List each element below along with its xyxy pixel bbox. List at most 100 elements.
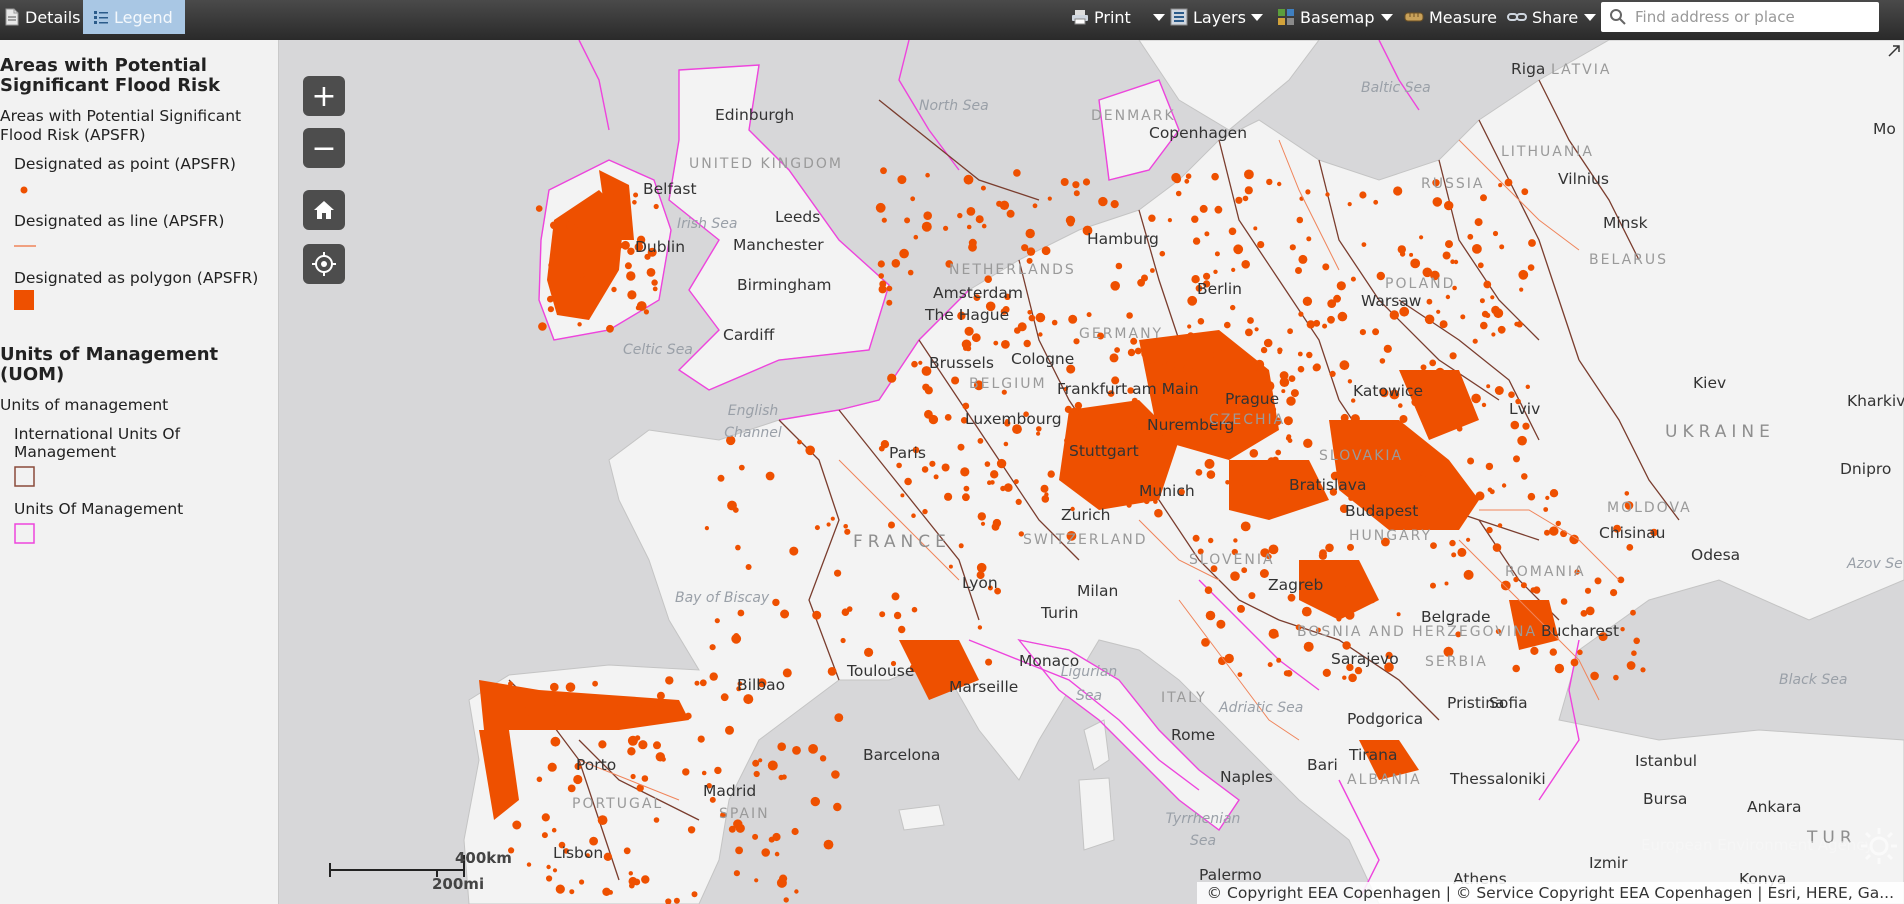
measure-button[interactable]: Measure bbox=[1404, 0, 1497, 34]
apsfr-point bbox=[1420, 364, 1427, 371]
apsfr-point bbox=[1217, 350, 1224, 356]
apsfr-point bbox=[1267, 662, 1273, 668]
locate-button[interactable] bbox=[303, 244, 345, 284]
apsfr-point bbox=[603, 203, 608, 208]
apsfr-point bbox=[1450, 259, 1455, 264]
apsfr-point bbox=[701, 770, 707, 776]
land-mallorca bbox=[898, 804, 945, 831]
map-label-country: MOLDOVA bbox=[1607, 500, 1692, 516]
apsfr-point bbox=[691, 891, 698, 898]
apsfr-point bbox=[1322, 668, 1331, 678]
map-label-city: Naples bbox=[1220, 768, 1273, 786]
tab-legend[interactable]: Legend bbox=[83, 0, 185, 34]
apsfr-point bbox=[1237, 672, 1243, 677]
map-canvas[interactable] bbox=[279, 40, 1904, 904]
apsfr-point bbox=[1359, 329, 1366, 336]
map-label-city: Kiev bbox=[1693, 374, 1727, 392]
apsfr-point bbox=[977, 438, 984, 444]
map-label-sea: Tyrrhenian Sea bbox=[1165, 811, 1241, 849]
apsfr-point bbox=[508, 681, 513, 687]
apsfr-point bbox=[875, 202, 886, 213]
apsfr-point bbox=[1379, 358, 1386, 364]
map-label-country: GERMANY bbox=[1079, 326, 1164, 342]
apsfr-point bbox=[1336, 281, 1346, 291]
chevron-down-icon bbox=[1584, 13, 1597, 21]
apsfr-point bbox=[964, 326, 974, 336]
expand-icon[interactable] bbox=[1887, 44, 1901, 58]
map-label-sea: Black Sea bbox=[1779, 672, 1848, 688]
apsfr-point bbox=[1191, 215, 1199, 223]
map-label-city: Izmir bbox=[1589, 854, 1628, 872]
apsfr-point bbox=[1436, 507, 1445, 517]
apsfr-point bbox=[1021, 244, 1029, 252]
print-button[interactable]: Print bbox=[1071, 0, 1165, 34]
apsfr-point bbox=[1518, 269, 1529, 280]
map-label-city: Bucharest bbox=[1541, 622, 1620, 640]
apsfr-point bbox=[1205, 610, 1216, 621]
basemap-button[interactable]: Basemap bbox=[1277, 0, 1393, 34]
apsfr-point bbox=[1298, 311, 1304, 317]
zoom-in-button[interactable]: + bbox=[303, 76, 345, 116]
apsfr-point bbox=[1389, 310, 1400, 320]
apsfr-point bbox=[1153, 469, 1162, 478]
apsfr-point bbox=[1472, 338, 1478, 344]
share-button[interactable]: Share bbox=[1507, 0, 1597, 34]
chevron-down-icon bbox=[1380, 13, 1393, 21]
map-label-sea: English Channel bbox=[724, 403, 782, 441]
map-label-country: SPAIN bbox=[719, 806, 770, 822]
apsfr-point bbox=[1047, 196, 1052, 201]
apsfr-point bbox=[550, 682, 559, 692]
apsfr-point bbox=[1477, 262, 1484, 269]
map-label-city: Zurich bbox=[1061, 506, 1111, 524]
search-box bbox=[1601, 2, 1879, 32]
apsfr-point bbox=[1325, 543, 1334, 553]
apsfr-point bbox=[1213, 269, 1218, 274]
apsfr-point bbox=[1497, 325, 1506, 334]
apsfr-point bbox=[888, 521, 895, 529]
apsfr-point bbox=[1350, 276, 1356, 282]
apsfr-point bbox=[551, 700, 557, 706]
apsfr-point bbox=[1435, 367, 1445, 378]
apsfr-point bbox=[1640, 667, 1646, 673]
apsfr-point bbox=[975, 215, 984, 224]
apsfr-point bbox=[758, 758, 763, 763]
apsfr-point bbox=[783, 897, 789, 903]
apsfr-point bbox=[1333, 294, 1341, 303]
apsfr-point bbox=[919, 665, 926, 672]
apsfr-point bbox=[1275, 449, 1282, 456]
search-input[interactable] bbox=[1633, 7, 1877, 27]
tab-details[interactable]: Details bbox=[0, 0, 86, 34]
apsfr-point bbox=[598, 740, 607, 749]
map-label-country: NETHERLANDS bbox=[949, 262, 1076, 278]
apsfr-point bbox=[1481, 310, 1489, 318]
apsfr-point bbox=[1347, 543, 1354, 551]
apsfr-point bbox=[714, 618, 720, 624]
apsfr-point bbox=[1279, 377, 1290, 388]
apsfr-point bbox=[1418, 475, 1427, 484]
apsfr-point bbox=[602, 887, 611, 896]
map-label-city: Paris bbox=[889, 444, 926, 462]
apsfr-point bbox=[1289, 244, 1296, 251]
map-label-city: Luxembourg bbox=[965, 410, 1062, 428]
zoom-out-button[interactable]: − bbox=[303, 128, 345, 168]
map-view[interactable]: Edinburgh Belfast Leeds Dublin Mancheste… bbox=[279, 40, 1904, 904]
apsfr-point bbox=[1154, 398, 1163, 406]
apsfr-point bbox=[1041, 246, 1051, 256]
home-button[interactable] bbox=[303, 190, 345, 230]
apsfr-point bbox=[944, 492, 953, 501]
map-label-country: ALBANIA bbox=[1347, 772, 1422, 788]
apsfr-point bbox=[1590, 671, 1599, 681]
apsfr-point bbox=[1463, 569, 1474, 580]
map-label-city: Milan bbox=[1077, 582, 1119, 600]
apsfr-point bbox=[1230, 571, 1240, 581]
apsfr-point bbox=[1312, 364, 1320, 372]
apsfr-point bbox=[833, 802, 842, 812]
apsfr-point bbox=[1471, 393, 1481, 404]
apsfr-point bbox=[1241, 567, 1248, 574]
apsfr-point bbox=[886, 299, 893, 306]
apsfr-point bbox=[1457, 547, 1467, 557]
layers-button[interactable]: Layers bbox=[1170, 0, 1263, 34]
apsfr-point bbox=[1322, 323, 1328, 329]
map-label-city: Lviv bbox=[1509, 400, 1541, 418]
apsfr-point bbox=[1430, 582, 1436, 589]
